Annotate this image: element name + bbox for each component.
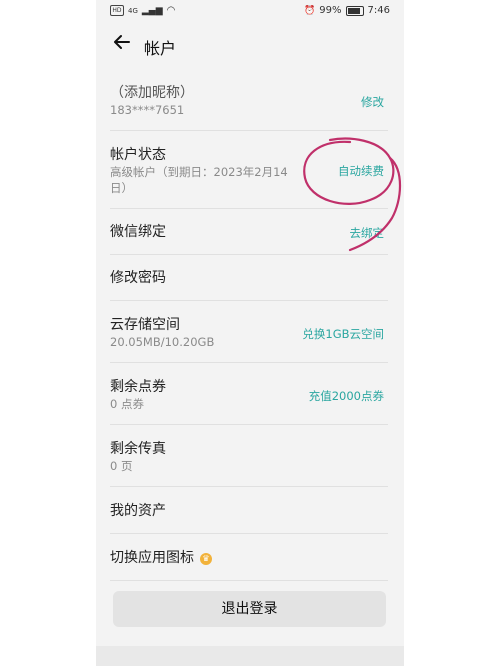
crown-icon: ♛	[200, 553, 212, 565]
divider	[110, 533, 388, 534]
change-password-label: 修改密码	[110, 270, 166, 286]
switch-app-icon-text: 切换应用图标 ♛	[110, 549, 388, 567]
logout-button[interactable]: 退出登录	[113, 591, 386, 627]
fax-row[interactable]: 剩余传真 0 页	[110, 440, 388, 474]
divider	[110, 580, 388, 581]
coupons-row[interactable]: 剩余点券 0 点券 充值2000点券	[110, 378, 388, 412]
network-label: 4G	[128, 6, 138, 15]
edit-profile-button[interactable]: 修改	[361, 94, 384, 110]
my-assets-row[interactable]: 我的资产	[110, 502, 388, 520]
battery-percent: 99%	[319, 5, 342, 16]
my-assets-label: 我的资产	[110, 503, 166, 519]
page-title: 帐户	[144, 39, 177, 58]
divider	[110, 254, 388, 255]
phone-number: 183****7651	[110, 103, 185, 117]
divider	[110, 362, 388, 363]
account-status-row[interactable]: 帐户状态 高级帐户（到期日：2023年2月14 日） 自动续费	[110, 146, 388, 196]
bottom-bar	[96, 646, 404, 666]
change-password-row[interactable]: 修改密码	[110, 269, 388, 287]
switch-app-icon-label: 切换应用图标	[110, 550, 194, 566]
cloud-storage-row[interactable]: 云存储空间 20.05MB/10.20GB 兑换1GB云空间	[110, 316, 388, 350]
wechat-row[interactable]: 微信绑定 去绑定	[110, 223, 388, 241]
switch-app-icon-row[interactable]: 切换应用图标 ♛	[110, 549, 388, 567]
divider	[110, 486, 388, 487]
fax-label: 剩余传真	[110, 441, 166, 457]
wifi-icon: ◠	[166, 5, 176, 16]
divider	[110, 130, 388, 131]
signal-icon: ▂▄▆	[141, 5, 163, 16]
phone-screen: HD 4G ▂▄▆ ◠ ⏰ 99% 7:46 帐户 （添加昵称） 183****…	[96, 0, 404, 666]
fax-pages: 0 页	[110, 459, 133, 473]
recharge-coupons-button[interactable]: 充值2000点券	[309, 388, 384, 404]
status-bar: HD 4G ▂▄▆ ◠ ⏰ 99% 7:46	[96, 0, 404, 22]
alarm-icon: ⏰	[304, 5, 316, 16]
redeem-storage-button[interactable]: 兑换1GB云空间	[302, 326, 384, 342]
battery-icon	[345, 5, 364, 16]
wechat-label: 微信绑定	[110, 224, 166, 240]
divider	[110, 300, 388, 301]
account-status-label: 帐户状态	[110, 147, 166, 163]
hd-icon: HD	[110, 5, 124, 16]
clock: 7:46	[367, 5, 390, 16]
profile-row[interactable]: （添加昵称） 183****7651 修改	[110, 84, 388, 118]
divider	[110, 424, 388, 425]
divider	[110, 208, 388, 209]
back-arrow-icon[interactable]	[112, 32, 136, 56]
nickname-label: （添加昵称）	[110, 85, 194, 101]
auto-renew-button[interactable]: 自动续费	[338, 163, 384, 179]
account-status-detail-2: 日）	[110, 181, 133, 195]
bind-wechat-button[interactable]: 去绑定	[350, 225, 385, 241]
page-header: 帐户	[96, 30, 404, 62]
